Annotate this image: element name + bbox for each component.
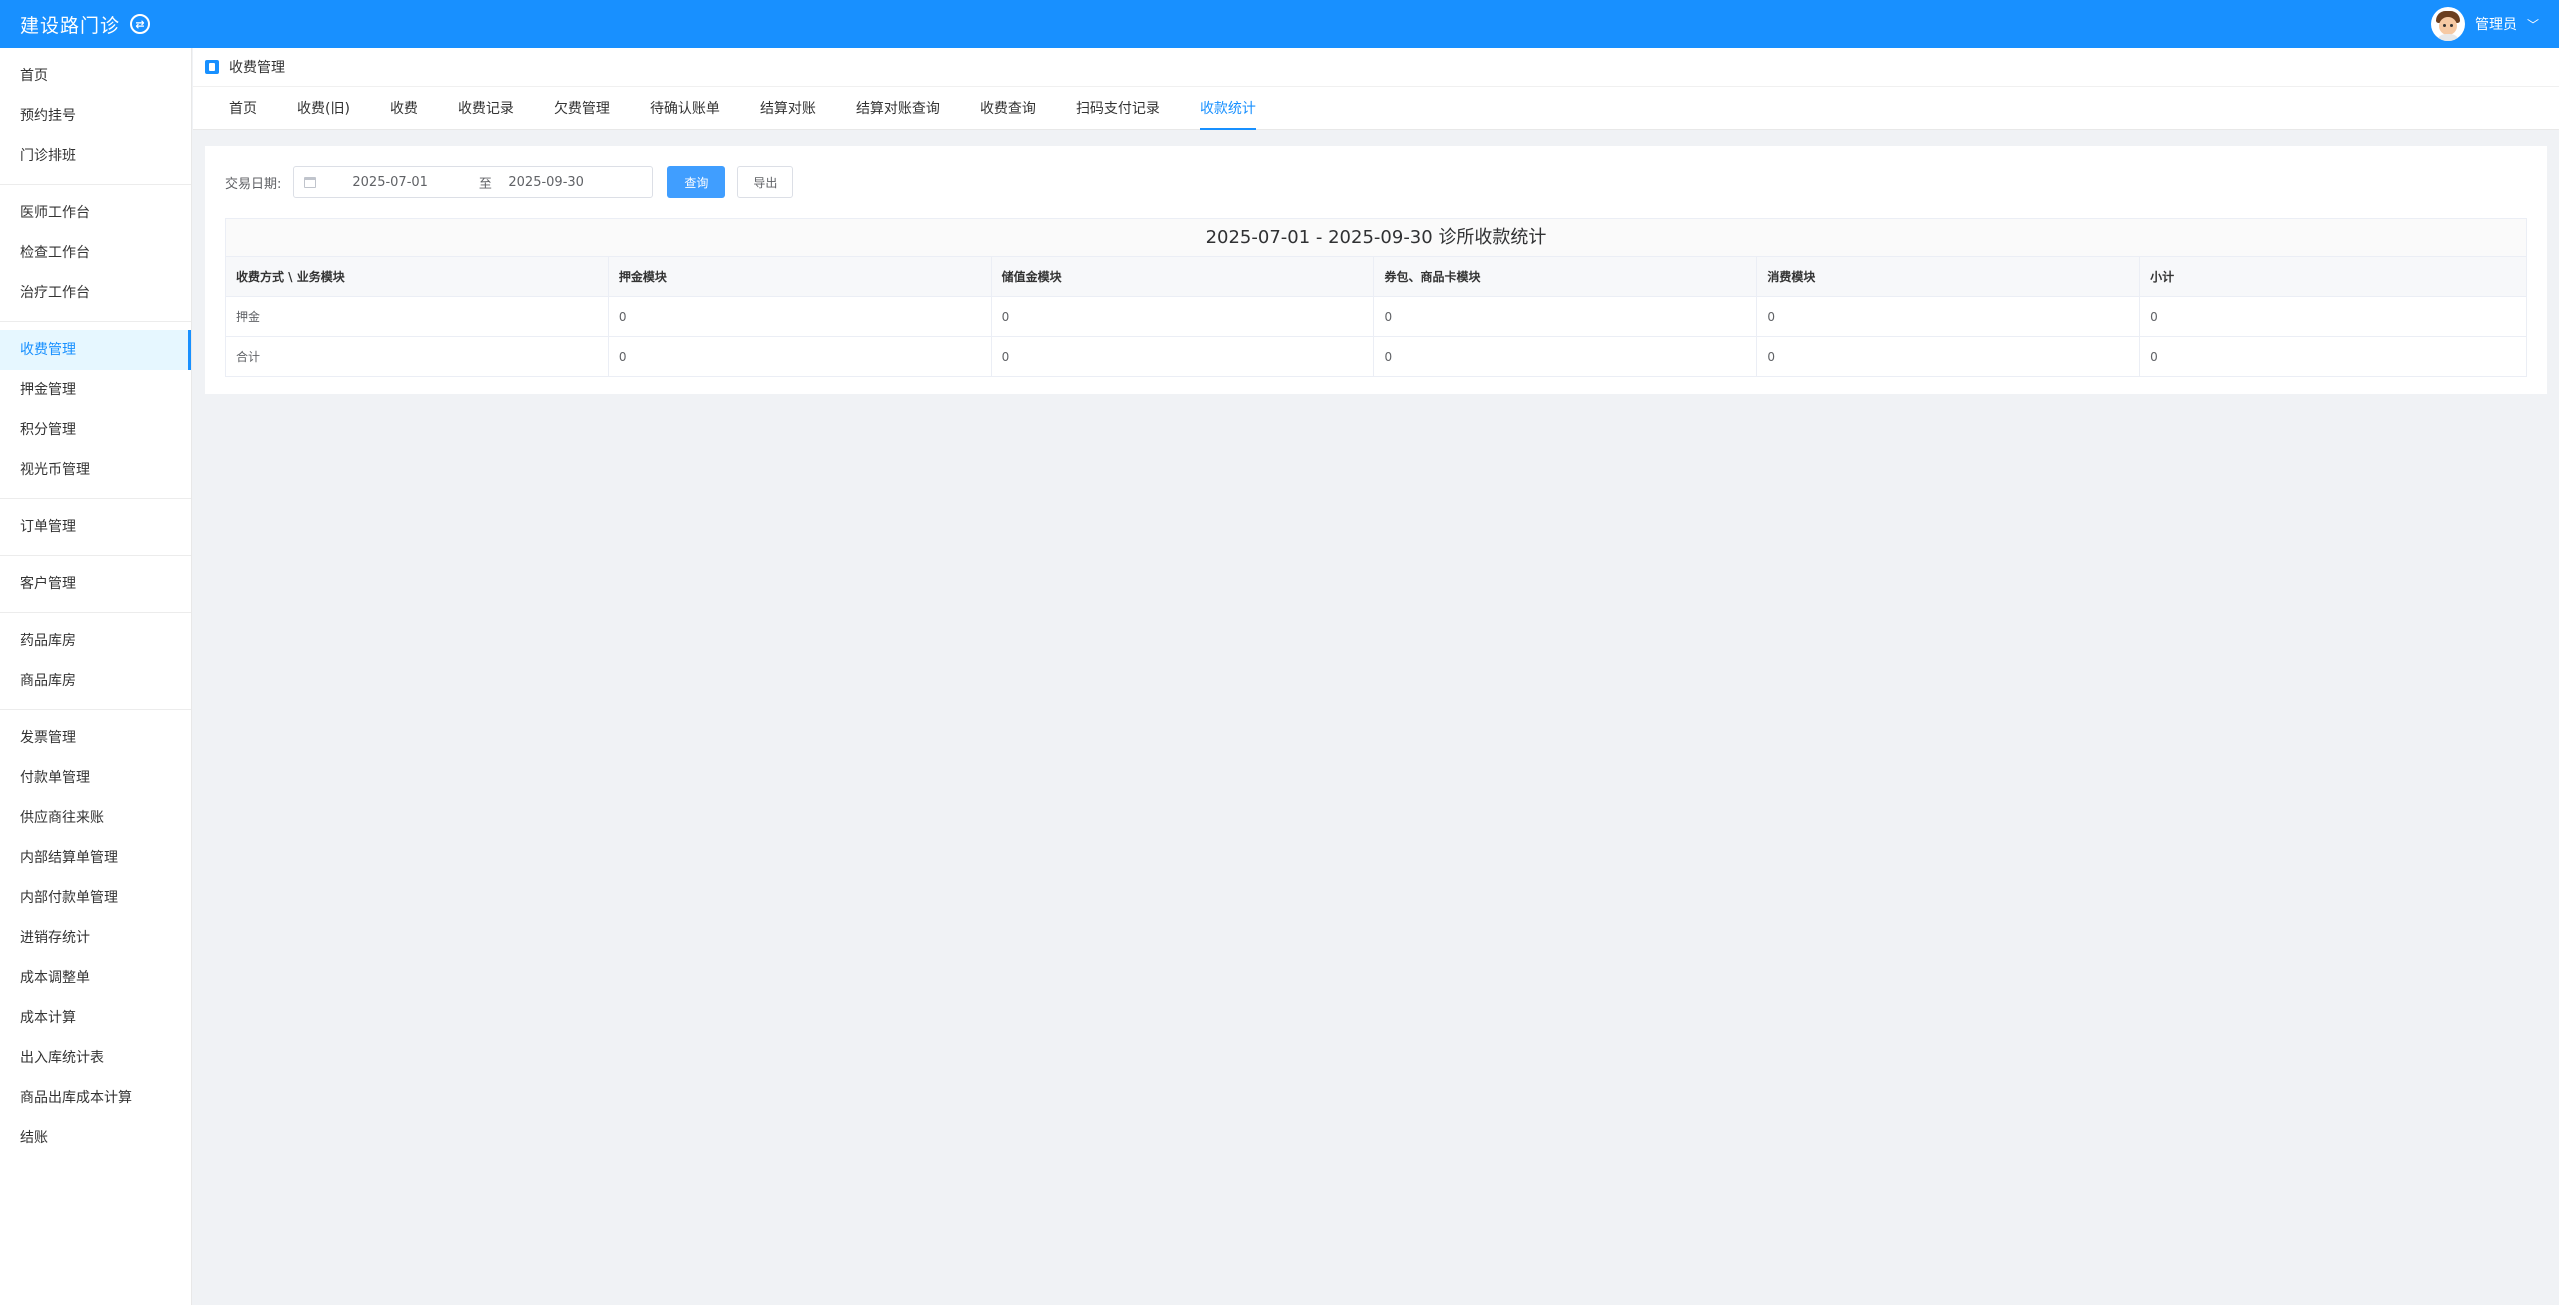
tab[interactable]: 收费查询 xyxy=(980,98,1036,130)
menu-group: 药品库房 商品库房 xyxy=(0,621,191,710)
sidebar-item[interactable]: 治疗工作台 xyxy=(0,273,191,313)
tab[interactable]: 首页 xyxy=(229,98,257,130)
sidebar-item[interactable]: 进销存统计 xyxy=(0,918,191,958)
table-caption: 2025-07-01 - 2025-09-30 诊所收款统计 xyxy=(225,218,2527,256)
swap-icon[interactable]: ⇄ xyxy=(130,14,151,34)
table-cell: 0 xyxy=(607,336,992,377)
sidebar-item[interactable]: 医师工作台 xyxy=(0,193,191,233)
menu-group: 客户管理 xyxy=(0,564,191,613)
column-header: 券包、商品卡模块 xyxy=(1373,256,1758,297)
avatar[interactable] xyxy=(2430,7,2465,41)
sidebar-item[interactable]: 首页 xyxy=(0,56,191,96)
sidebar-item[interactable]: 视光币管理 xyxy=(0,450,191,490)
export-button[interactable]: 导出 xyxy=(737,166,794,198)
sidebar-item[interactable]: 发票管理 xyxy=(0,718,191,758)
sidebar-item[interactable]: 押金管理 xyxy=(0,370,191,410)
range-separator: 至 xyxy=(478,176,492,192)
filter-bar: 交易日期: 2025-07-01 至 2025-09-30 查询 导出 xyxy=(225,166,794,198)
table-cell: 0 xyxy=(990,296,1375,337)
sidebar-item[interactable]: 预约挂号 xyxy=(0,96,191,136)
sidebar-item[interactable]: 供应商往来账 xyxy=(0,798,191,838)
table-row: 合计 0 0 0 0 0 xyxy=(225,336,2527,377)
column-header: 押金模块 xyxy=(607,256,992,297)
sidebar-item[interactable]: 客户管理 xyxy=(0,564,191,604)
sidebar-item[interactable]: 商品库房 xyxy=(0,661,191,701)
chevron-down-icon[interactable]: ﹀ xyxy=(2527,16,2539,33)
sidebar-item[interactable]: 检查工作台 xyxy=(0,233,191,273)
table-cell: 0 xyxy=(607,296,992,337)
brand: 建设路门诊 ⇄ xyxy=(20,11,151,38)
sidebar-item[interactable]: 付款单管理 xyxy=(0,758,191,798)
table-cell: 0 xyxy=(1373,336,1758,377)
sidebar-item[interactable]: 出入库统计表 xyxy=(0,1038,191,1078)
sidebar-item[interactable]: 订单管理 xyxy=(0,507,191,547)
table-cell: 0 xyxy=(1373,296,1758,337)
sidebar-item[interactable]: 药品库房 xyxy=(0,621,191,661)
table-cell: 合计 xyxy=(225,336,609,377)
sidebar-item[interactable]: 成本计算 xyxy=(0,998,191,1038)
sidebar-item[interactable]: 门诊排班 xyxy=(0,136,191,176)
date-range-picker[interactable]: 2025-07-01 至 2025-09-30 xyxy=(293,166,654,198)
sidebar-item[interactable]: 结账 xyxy=(0,1118,191,1158)
column-header: 储值金模块 xyxy=(990,256,1375,297)
table-header-row: 收费方式 \ 业务模块 押金模块 储值金模块 券包、商品卡模块 消费模块 小计 xyxy=(225,256,2527,297)
tab[interactable]: 收款统计 xyxy=(1199,98,1256,130)
table-cell: 0 xyxy=(1756,336,2141,377)
trade-date-label: 交易日期: xyxy=(225,176,282,192)
stats-table: 2025-07-01 - 2025-09-30 诊所收款统计 收费方式 \ 业务… xyxy=(225,218,2527,377)
tab[interactable]: 待确认账单 xyxy=(650,98,720,130)
tab[interactable]: 结算对账查询 xyxy=(856,98,940,130)
tab-bar: 首页 收费(旧) 收费 收费记录 欠费管理 待确认账单 结算对账 结算对账查询 收费查询 扫码支付… xyxy=(193,86,2559,130)
table-cell: 0 xyxy=(990,336,1375,377)
table-cell: 0 xyxy=(2139,296,2527,337)
query-button[interactable]: 查询 xyxy=(667,166,726,198)
sidebar-item[interactable]: 成本调整单 xyxy=(0,958,191,998)
sidebar-item[interactable]: 内部付款单管理 xyxy=(0,878,191,918)
menu-group: 发票管理 付款单管理 供应商往来账 内部结算单管理 内部付款单管理 进销存统计 成本调整单成… xyxy=(0,718,191,1166)
menu-group: 订单管理 xyxy=(0,507,191,556)
calendar-icon xyxy=(304,176,317,188)
tab[interactable]: 收费记录 xyxy=(458,98,514,130)
document-icon xyxy=(205,60,219,74)
end-date[interactable]: 2025-09-30 xyxy=(508,175,628,190)
menu-group: 首页 预约挂号 门诊排班 xyxy=(0,56,191,185)
column-header: 收费方式 \ 业务模块 xyxy=(225,256,609,297)
table-body: 押金 0 0 0 0 0 合计 0 0 0 0 0 xyxy=(225,296,2527,377)
clinic-title: 建设路门诊 xyxy=(20,14,121,37)
sidebar-item[interactable]: 积分管理 xyxy=(0,410,191,450)
breadcrumb: 收费管理 xyxy=(193,48,2559,86)
start-date[interactable]: 2025-07-01 xyxy=(352,175,462,190)
page-title: 收费管理 xyxy=(229,60,285,76)
sidebar-item[interactable]: 收费管理 xyxy=(0,330,191,370)
tab[interactable]: 收费 xyxy=(390,98,418,130)
sidebar: 首页 预约挂号 门诊排班 医师工作台 检查工作台 治疗工作台 收费管理 押金管理 积分管理 视光币… xyxy=(0,48,192,1305)
tab[interactable]: 结算对账 xyxy=(760,98,816,130)
column-header: 消费模块 xyxy=(1756,256,2141,297)
menu-group: 收费管理 押金管理 积分管理 视光币管理 xyxy=(0,330,191,499)
column-header: 小计 xyxy=(2139,256,2527,297)
table-row: 押金 0 0 0 0 0 xyxy=(225,296,2527,337)
tab[interactable]: 收费(旧) xyxy=(297,98,350,130)
table-cell: 0 xyxy=(2139,336,2527,377)
content-card: 交易日期: 2025-07-01 至 2025-09-30 查询 导出 2025… xyxy=(205,146,2547,394)
top-bar: 建设路门诊 ⇄ 管理员 ﹀ xyxy=(0,0,2559,48)
user-name[interactable]: 管理员 xyxy=(2475,14,2517,34)
tab[interactable]: 欠费管理 xyxy=(554,98,610,130)
user-menu[interactable]: 管理员 ﹀ xyxy=(2430,7,2539,41)
sidebar-item[interactable]: 内部结算单管理 xyxy=(0,838,191,878)
tab[interactable]: 扫码支付记录 xyxy=(1076,98,1160,130)
menu-group: 医师工作台 检查工作台 治疗工作台 xyxy=(0,193,191,322)
table-cell: 0 xyxy=(1756,296,2141,337)
table-cell: 押金 xyxy=(225,296,609,337)
page-header: 收费管理 首页 收费(旧) 收费 收费记录 欠费管理 待确认账单 结算对账 结算对账查询 收费查… xyxy=(193,48,2559,130)
sidebar-item[interactable]: 商品出库成本计算 xyxy=(0,1078,191,1118)
